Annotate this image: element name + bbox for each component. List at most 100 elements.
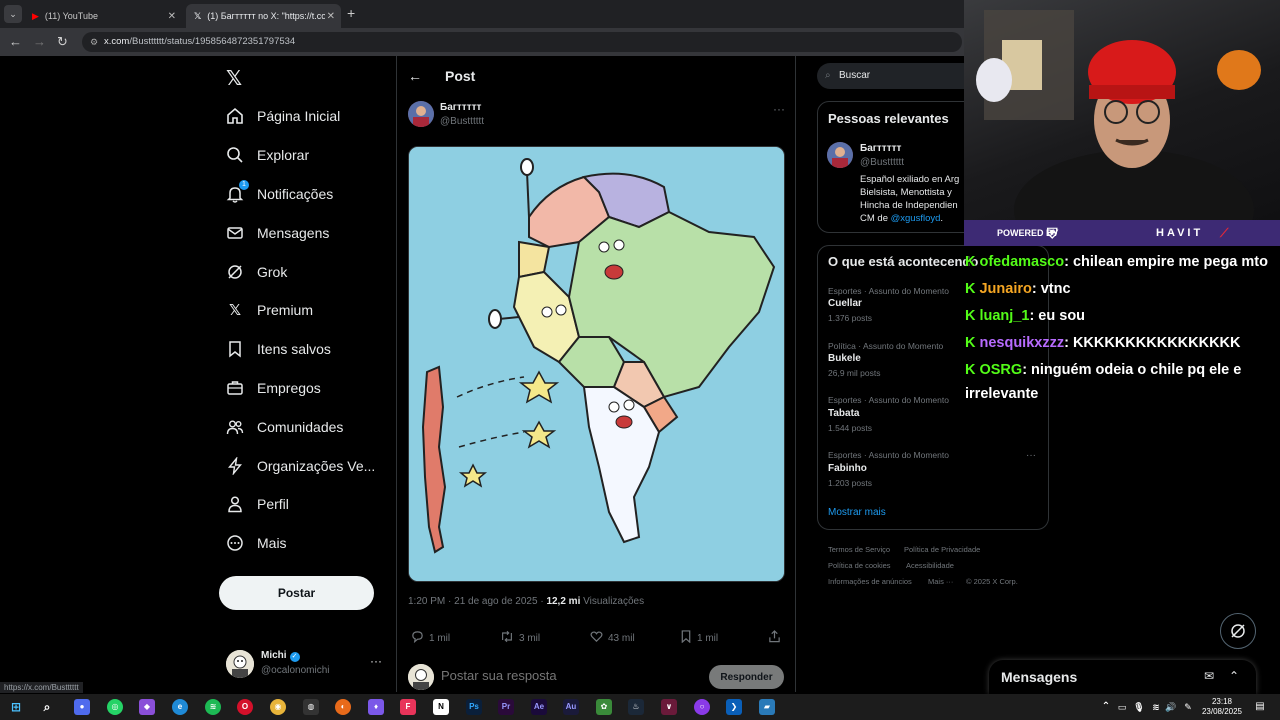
back-arrow-icon[interactable]: ← xyxy=(9,34,22,49)
search-icon[interactable]: ⌕ xyxy=(39,699,55,715)
share-action[interactable] xyxy=(768,630,786,646)
nav-item-grok[interactable]: Grok xyxy=(226,260,287,284)
messages-drawer[interactable]: Mensagens ✉ ⌃ xyxy=(989,660,1256,694)
reply-action[interactable]: 1 mil xyxy=(411,630,450,646)
tab-search-icon[interactable]: ⌄ xyxy=(4,5,22,23)
close-icon[interactable]: ✕ xyxy=(168,11,176,22)
copilot-icon[interactable]: ◆ xyxy=(139,699,155,715)
footer-link-privacy[interactable]: Política de Privacidade xyxy=(904,545,980,554)
app-icon[interactable]: ✿ xyxy=(596,699,612,715)
nav-item-more[interactable]: Mais xyxy=(226,531,287,555)
like-action[interactable]: 43 mil xyxy=(590,630,635,646)
photoshop-icon[interactable]: Ps xyxy=(466,699,482,715)
edge-icon[interactable]: e xyxy=(172,699,188,715)
app-icon[interactable]: ○ xyxy=(694,699,710,715)
pen-icon[interactable]: ✎ xyxy=(1180,699,1196,715)
blender-icon[interactable]: ◐ xyxy=(335,699,351,715)
opera-icon[interactable]: O xyxy=(237,699,253,715)
grok-floating-button[interactable] xyxy=(1220,613,1256,649)
relevant-avatar[interactable] xyxy=(827,142,853,168)
nav-item-home[interactable]: Página Inicial xyxy=(226,104,340,128)
app-icon[interactable]: ∨ xyxy=(661,699,677,715)
chrome-icon[interactable]: ◉ xyxy=(270,699,286,715)
tray-icon[interactable]: ▭ xyxy=(1114,699,1130,715)
nav-item-communities[interactable]: Comunidades xyxy=(226,415,343,439)
new-message-icon[interactable]: ✉ xyxy=(1204,669,1214,683)
more-dots-icon[interactable]: ··· xyxy=(1026,450,1036,461)
steam-icon[interactable]: ♨ xyxy=(628,699,644,715)
nav-item-messages[interactable]: Mensagens xyxy=(226,221,329,245)
footer-link-ads-info[interactable]: Informações de anúncios xyxy=(828,577,912,586)
account-switcher[interactable]: Michi ✓ @ocalonomichi ··· xyxy=(226,648,386,680)
more-dots-icon[interactable]: ··· xyxy=(773,102,785,116)
show-more-link[interactable]: Mostrar mais xyxy=(828,507,886,518)
x-icon: 𝕏 xyxy=(228,302,242,319)
whatsapp-icon[interactable]: ◎ xyxy=(107,699,123,715)
nav-item-premium[interactable]: 𝕏 Premium xyxy=(226,298,313,322)
nav-item-verified-orgs[interactable]: Organizações Ve... xyxy=(226,454,375,478)
repost-action[interactable]: 3 mil xyxy=(500,630,540,646)
reply-input[interactable] xyxy=(441,668,691,683)
notification-icon[interactable]: ▤ xyxy=(1252,699,1268,715)
tab-youtube[interactable]: ▶ (11) YouTube ✕ xyxy=(24,4,182,28)
post-timestamp[interactable]: 1:20 PM · 21 de ago de 2025 · xyxy=(408,596,546,607)
audition-icon[interactable]: Au xyxy=(563,699,579,715)
author-avatar[interactable] xyxy=(408,101,434,127)
reply-button[interactable]: Responder xyxy=(709,665,784,689)
trend-name[interactable]: Bukele xyxy=(828,353,861,364)
site-info-icon[interactable]: ⚙ xyxy=(90,32,98,52)
url-field[interactable]: ⚙ x.com/Bustttttt/status/195856487235179… xyxy=(82,32,962,52)
vscode-icon[interactable]: ❯ xyxy=(726,699,742,715)
author-handle[interactable]: @Bustttttt xyxy=(440,116,484,127)
chevron-up-icon[interactable]: ⌃ xyxy=(1098,699,1114,715)
figma-icon[interactable]: F xyxy=(400,699,416,715)
nav-label: Notificações xyxy=(257,186,334,202)
trend-name[interactable]: Fabinho xyxy=(828,463,867,474)
trend-name[interactable]: Cuellar xyxy=(828,298,862,309)
post-button[interactable]: Postar xyxy=(219,576,374,610)
trend-name[interactable]: Tabata xyxy=(828,408,860,419)
footer-link-more[interactable]: Mais ··· xyxy=(928,577,953,586)
wifi-icon[interactable]: ≋ xyxy=(1148,699,1164,715)
volume-icon[interactable]: 🔊 xyxy=(1163,699,1179,715)
bookmark-action[interactable]: 1 mil xyxy=(680,630,718,646)
author-name[interactable]: Багттттт xyxy=(440,102,481,113)
taskbar-clock-date[interactable]: 23/08/2025 xyxy=(1200,707,1244,716)
bio-mention-link[interactable]: @xgusfloyd xyxy=(891,213,941,224)
footer-link-accessibility[interactable]: Acessibilidade xyxy=(906,561,954,570)
notification-badge: 1 xyxy=(239,180,249,190)
obs-icon[interactable]: ◍ xyxy=(303,699,319,715)
sponsor-logo-icon: ⛨ xyxy=(1047,224,1058,241)
premiere-icon[interactable]: Pr xyxy=(498,699,514,715)
app-icon[interactable]: ▰ xyxy=(759,699,775,715)
post-image[interactable] xyxy=(408,146,785,582)
nav-item-bookmarks[interactable]: Itens salvos xyxy=(226,337,331,361)
spotify-icon[interactable]: ≋ xyxy=(205,699,221,715)
relevant-handle[interactable]: @Bustttttt xyxy=(860,157,904,168)
home-icon xyxy=(226,107,244,125)
footer-link-cookies[interactable]: Política de cookies xyxy=(828,561,891,570)
forward-arrow-icon[interactable]: → xyxy=(33,34,46,49)
after-effects-icon[interactable]: Ae xyxy=(531,699,547,715)
more-dots-icon[interactable]: ··· xyxy=(370,654,382,668)
close-icon[interactable]: ✕ xyxy=(327,11,335,22)
microphone-icon[interactable]: 🎙 xyxy=(1131,699,1147,715)
reload-icon[interactable]: ↻ xyxy=(57,34,68,50)
app-icon[interactable]: ● xyxy=(74,699,90,715)
notion-icon[interactable]: N xyxy=(433,699,449,715)
back-arrow-icon[interactable]: ← xyxy=(408,68,422,84)
nav-item-jobs[interactable]: Empregos xyxy=(226,376,321,400)
windows-start-icon[interactable]: ⊞ xyxy=(8,699,24,715)
search-input[interactable]: ⌕ Buscar xyxy=(817,63,977,89)
taskbar-clock-time[interactable]: 23:18 xyxy=(1200,697,1244,706)
footer-link-terms[interactable]: Termos de Serviço xyxy=(828,545,890,554)
nav-item-notifications[interactable]: 1 Notificações xyxy=(226,180,334,206)
app-icon[interactable]: ♦ xyxy=(368,699,384,715)
nav-item-explore[interactable]: Explorar xyxy=(226,143,309,167)
x-logo-icon[interactable]: 𝕏 xyxy=(226,66,242,91)
relevant-name[interactable]: Багттттт xyxy=(860,143,901,154)
chevron-up-icon[interactable]: ⌃ xyxy=(1229,669,1239,683)
new-tab-plus-icon[interactable]: + xyxy=(347,5,355,21)
tab-x-post[interactable]: 𝕏 (1) Багттттт no X: "https://t.co/a ✕ xyxy=(186,4,341,28)
nav-item-profile[interactable]: Perfil xyxy=(226,492,289,516)
